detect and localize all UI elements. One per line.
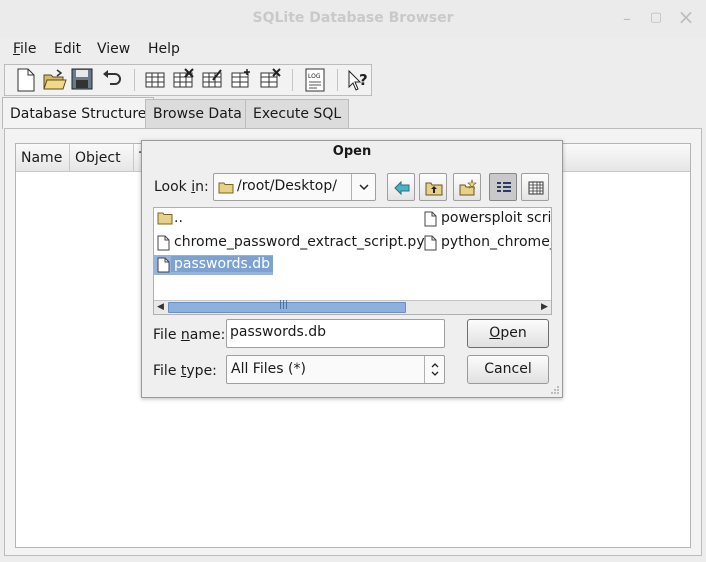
- tab-database-structure[interactable]: Database Structure: [2, 97, 155, 129]
- file-icon: [424, 235, 437, 251]
- maximize-button[interactable]: ▢: [647, 10, 665, 25]
- main-tabs: Database Structure Browse Data Execute S…: [0, 97, 706, 129]
- cancel-button[interactable]: Cancel: [467, 355, 549, 384]
- new-database-icon[interactable]: [15, 68, 39, 92]
- new-folder-button[interactable]: [453, 173, 481, 201]
- whats-this-icon[interactable]: ?: [346, 68, 370, 92]
- menubar: File Edit View Help: [0, 38, 706, 62]
- menu-help[interactable]: Help: [148, 41, 180, 57]
- menu-edit[interactable]: Edit: [54, 41, 81, 57]
- file-type-label: File type:: [153, 363, 217, 379]
- file-icon: [157, 235, 170, 251]
- scroll-right-icon[interactable]: ▶: [538, 301, 551, 314]
- list-item[interactable]: chrome_password_extract_script.py: [154, 233, 425, 253]
- delete-index-icon[interactable]: [259, 68, 283, 92]
- column-header-name[interactable]: Name: [16, 144, 70, 172]
- list-view-button[interactable]: [489, 173, 517, 201]
- detail-view-icon: [528, 181, 544, 195]
- list-view-icon: [497, 182, 511, 192]
- column-header-object[interactable]: Object: [70, 144, 134, 172]
- list-item[interactable]: ..: [154, 209, 354, 229]
- look-in-combo[interactable]: /root/Desktop/: [213, 173, 376, 201]
- svg-text:?: ?: [359, 71, 368, 89]
- file-name-input[interactable]: passwords.db: [226, 319, 445, 348]
- updown-icon[interactable]: [424, 356, 444, 383]
- open-database-icon[interactable]: [43, 68, 67, 92]
- file-icon: [424, 211, 437, 227]
- parent-directory-button[interactable]: [419, 173, 447, 201]
- close-button[interactable]: ×: [677, 5, 695, 29]
- window-title: SQLite Database Browser: [252, 10, 454, 26]
- menu-file[interactable]: File: [13, 41, 36, 57]
- undo-icon[interactable]: [101, 68, 125, 92]
- window-titlebar: SQLite Database Browser – ▢ ×: [0, 0, 706, 38]
- list-item[interactable]: powersploit scrip: [421, 209, 551, 229]
- file-name-label: File name:: [153, 327, 226, 343]
- sql-log-icon[interactable]: LOG: [305, 68, 329, 92]
- svg-text:LOG: LOG: [308, 73, 321, 80]
- file-icon: [157, 257, 170, 273]
- detail-view-button[interactable]: [521, 173, 549, 201]
- list-item[interactable]: python_chrome_: [421, 233, 551, 253]
- open-button[interactable]: Open: [467, 319, 549, 348]
- dialog-title: Open: [332, 144, 372, 159]
- scroll-left-icon[interactable]: ◀: [154, 301, 167, 314]
- file-type-value: All Files (*): [231, 361, 306, 377]
- back-arrow-icon: [394, 180, 410, 196]
- look-in-value: /root/Desktop/: [237, 178, 337, 194]
- back-button[interactable]: [387, 173, 415, 201]
- file-type-select[interactable]: All Files (*): [226, 355, 445, 384]
- resize-grip-icon[interactable]: [550, 385, 560, 395]
- folder-icon: [218, 182, 234, 194]
- tab-browse-data[interactable]: Browse Data: [145, 99, 250, 128]
- list-item-selected[interactable]: passwords.db: [154, 255, 273, 275]
- file-list[interactable]: .. chrome_password_extract_script.py pas…: [153, 207, 552, 315]
- create-index-icon[interactable]: [230, 68, 254, 92]
- look-in-label: Look in:: [154, 179, 209, 195]
- folder-icon: [157, 212, 173, 225]
- save-icon[interactable]: [71, 68, 95, 92]
- scrollbar-thumb[interactable]: |||: [168, 300, 406, 313]
- chevron-down-icon[interactable]: [351, 174, 375, 200]
- tab-execute-sql[interactable]: Execute SQL: [245, 99, 350, 128]
- open-file-dialog: Open Look in: /root/Desktop/ .. chrome_p…: [141, 140, 563, 398]
- horizontal-scrollbar[interactable]: ◀ ||| ▶: [154, 300, 551, 314]
- up-folder-icon: [425, 182, 443, 196]
- minimize-button[interactable]: –: [618, 9, 636, 28]
- menu-view[interactable]: View: [97, 41, 130, 57]
- new-folder-icon: [459, 179, 477, 196]
- create-table-icon[interactable]: [144, 68, 168, 92]
- delete-table-icon[interactable]: [172, 68, 196, 92]
- toolbar: LOG ?: [4, 64, 372, 96]
- modify-table-icon[interactable]: [201, 68, 225, 92]
